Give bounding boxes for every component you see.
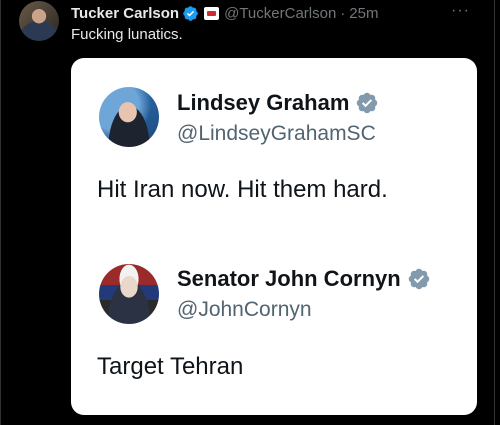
quoted-handle-graham: @LindseyGrahamSC — [177, 122, 376, 145]
quoted-avatar-cornyn — [99, 264, 159, 324]
quoted-text-graham: Hit Iran now. Hit them hard. — [97, 176, 388, 203]
quoted-handle-cornyn: @JohnCornyn — [177, 298, 312, 321]
timeline-border-left — [0, 0, 1, 425]
gray-verified-badge-icon — [407, 267, 431, 291]
quoted-text-cornyn: Target Tehran — [97, 353, 244, 380]
post-header: Tucker Carlson @TuckerCarlson · 25m — [71, 3, 378, 23]
quoted-name-label: Senator John Cornyn — [177, 266, 401, 291]
quoted-image-card[interactable]: Lindsey Graham @LindseyGrahamSC Hit Iran… — [71, 58, 477, 415]
affiliation-badge-icon[interactable] — [204, 6, 220, 20]
author-handle[interactable]: @TuckerCarlson — [224, 5, 336, 22]
header-separator: · — [340, 4, 346, 22]
more-options-icon[interactable]: ··· — [451, 2, 470, 20]
quoted-name-graham: Lindsey Graham — [177, 90, 379, 116]
post-timestamp[interactable]: 25m — [349, 5, 378, 22]
quoted-name-cornyn: Senator John Cornyn — [177, 266, 431, 292]
gray-verified-badge-icon — [355, 91, 379, 115]
quoted-name-label: Lindsey Graham — [177, 90, 350, 115]
timeline-border-right — [494, 0, 495, 425]
post-text: Fucking lunatics. — [71, 26, 183, 43]
author-name[interactable]: Tucker Carlson — [71, 5, 179, 22]
verified-badge-icon[interactable] — [182, 5, 199, 22]
quoted-avatar-graham — [99, 87, 159, 147]
author-avatar[interactable] — [19, 1, 59, 41]
